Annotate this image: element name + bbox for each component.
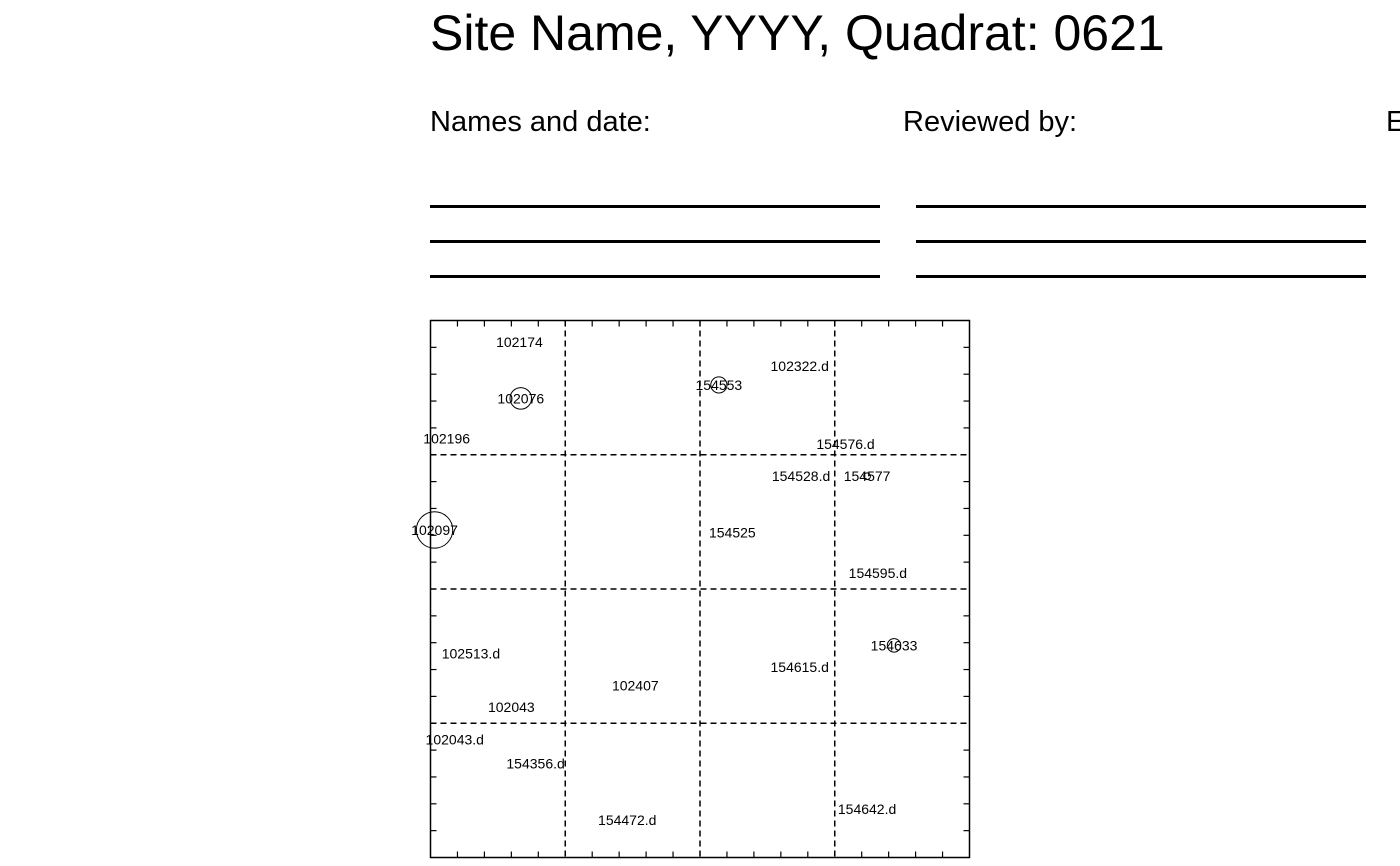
tree-tag-label: 154642.d bbox=[838, 801, 896, 817]
tree-tag-label: 102322.d bbox=[771, 358, 829, 374]
tree-tag-label: 154577 bbox=[844, 468, 891, 484]
tree-tag-label: 154356.d bbox=[506, 756, 564, 772]
tree-markers: 102174 102076 102196 154553 102322.d 154576.d… bbox=[411, 334, 917, 828]
tree-tag-label: 154553 bbox=[696, 377, 743, 393]
tree-tag-label: 154595.d bbox=[849, 565, 907, 581]
tree-tag-label: 102407 bbox=[612, 678, 659, 694]
tree-tag-label: 154528.d bbox=[772, 468, 830, 484]
tree-tag-label: 102076 bbox=[497, 390, 544, 406]
tree-tag-label: 102043 bbox=[488, 699, 535, 715]
tree-tag-label: 154615.d bbox=[771, 659, 829, 675]
tree-tag-label: 102097 bbox=[411, 522, 458, 538]
tree-tag-label: 154576.d bbox=[816, 436, 874, 452]
tree-tag-label: 102174 bbox=[496, 334, 543, 350]
tree-tag-label: 154633 bbox=[871, 637, 918, 653]
tree-tag-label: 102196 bbox=[423, 431, 470, 447]
quadrat-map: 102174 102076 102196 154553 102322.d 154576.d… bbox=[411, 319, 971, 859]
tree-tag-label: 102043.d bbox=[426, 731, 484, 747]
tree-tag-label: 102513.d bbox=[442, 645, 500, 661]
tree-tag-label: 154525 bbox=[709, 525, 756, 541]
tree-tag-label: 154472.d bbox=[598, 812, 656, 828]
